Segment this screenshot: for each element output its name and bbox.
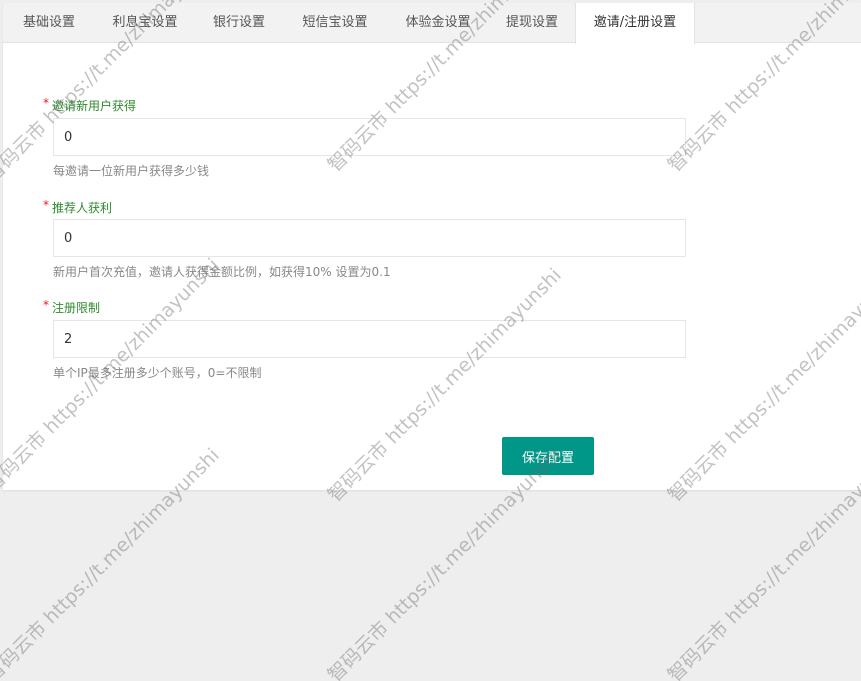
tab-basic-settings[interactable]: 基础设置 — [3, 3, 95, 43]
save-config-button[interactable]: 保存配置 — [502, 437, 594, 475]
invite-reward-input[interactable] — [53, 118, 686, 156]
tab-withdraw-settings[interactable]: 提现设置 — [489, 3, 575, 43]
invite-reward-label-text: 邀请新用户获得 — [52, 99, 137, 113]
register-limit-hint: 单个IP最多注册多少个账号，0=不限制 — [53, 366, 262, 380]
tab-interest-settings[interactable]: 利息宝设置 — [95, 3, 195, 43]
referrer-profit-label: * 推荐人获利 — [43, 198, 113, 216]
referrer-profit-hint: 新用户首次充值，邀请人获得金额比例，如获得10% 设置为0.1 — [53, 265, 391, 279]
required-mark: * — [43, 96, 49, 110]
register-limit-label-text: 注册限制 — [52, 301, 101, 315]
invite-reward-label: * 邀请新用户获得 — [43, 96, 137, 114]
tab-invite-register-settings[interactable]: 邀请/注册设置 — [575, 3, 695, 44]
settings-panel: 基础设置 利息宝设置 银行设置 短信宝设置 体验金设置 提现设置 邀请/注册设置… — [3, 3, 861, 490]
required-mark: * — [43, 298, 49, 312]
tab-bar: 基础设置 利息宝设置 银行设置 短信宝设置 体验金设置 提现设置 邀请/注册设置 — [3, 3, 861, 44]
tab-sms-settings[interactable]: 短信宝设置 — [283, 3, 387, 43]
tab-bank-settings[interactable]: 银行设置 — [195, 3, 283, 43]
invite-reward-hint: 每邀请一位新用户获得多少钱 — [53, 164, 210, 178]
referrer-profit-input[interactable] — [53, 219, 686, 257]
referrer-profit-label-text: 推荐人获利 — [52, 201, 113, 215]
register-limit-input[interactable] — [53, 320, 686, 358]
tab-trial-fund-settings[interactable]: 体验金设置 — [387, 3, 489, 43]
register-limit-label: * 注册限制 — [43, 298, 101, 316]
required-mark: * — [43, 198, 49, 212]
